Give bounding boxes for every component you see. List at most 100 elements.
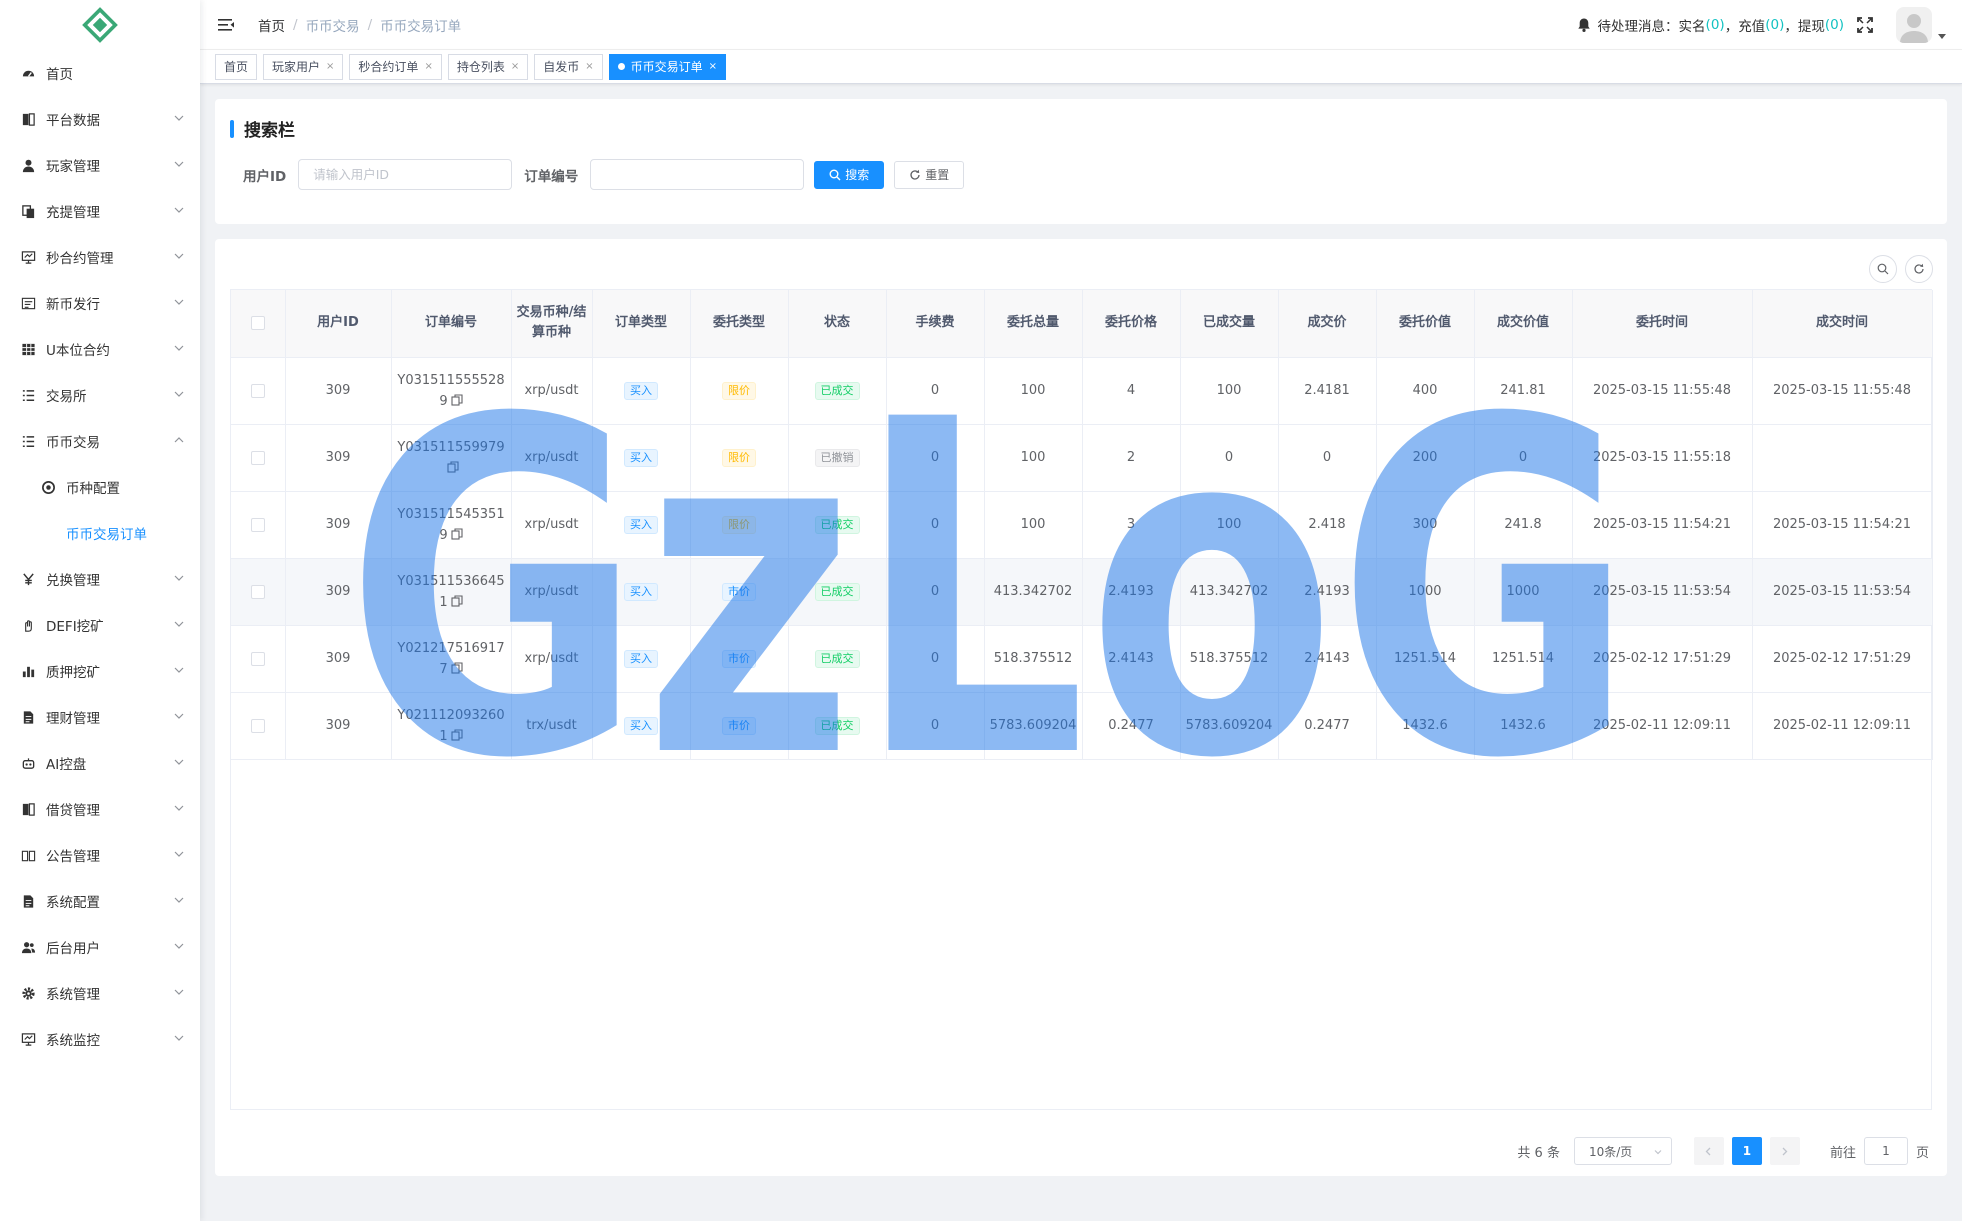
cell-price: 2.4193 [1082,558,1181,626]
pending-messages: 待处理消息： 实名 (0) ， 充值 (0) ， 提现 (0) [1576,15,1844,35]
cell-total: 5783.609204 [984,692,1083,760]
sidebar-item-13[interactable]: 质押挖矿 [0,648,200,694]
row-select-cell[interactable] [231,491,286,559]
close-icon[interactable]: × [709,55,717,79]
sidebar-item-label: 系统监控 [46,1033,100,1049]
chevron-down-icon [174,897,184,903]
sidebar-subitem-coin-config[interactable]: 币种配置 [0,464,200,510]
copy-icon[interactable] [451,393,463,406]
page-size-select[interactable]: 10条/页 [1573,1137,1672,1165]
sidebar-item-8[interactable]: 币币交易 [0,418,200,464]
goto-page: 前往 页 [1830,1137,1929,1165]
close-icon[interactable]: × [511,55,519,79]
table-row[interactable]: 309 Y0315115366451 xrp/usdt 买入 市价 已成交 0 413.342… [231,558,1933,626]
sidebar-item-11[interactable]: 兑换管理 [0,556,200,602]
table-row[interactable]: 309 Y0315115555289 xrp/usdt 买入 限价 已成交 0 100 4 100… [231,357,1933,425]
copy-icon[interactable] [451,661,463,674]
sidebar-item-0[interactable]: 首页 [0,50,200,96]
pending-withdraw-label[interactable]: 提现 [1798,15,1825,35]
row-select-cell[interactable] [231,357,286,425]
page-1-button[interactable]: 1 [1731,1137,1762,1165]
copy-icon[interactable] [446,460,459,473]
next-page-button[interactable] [1769,1137,1800,1165]
entrust-type-badge: 市价 [722,583,756,601]
caret-down-icon[interactable] [1938,32,1946,40]
row-select-cell[interactable] [231,424,286,492]
reset-button[interactable]: 重置 [894,160,965,189]
sidebar-item-1[interactable]: 平台数据 [0,96,200,142]
tag-view-3[interactable]: 持仓列表 × [447,53,529,80]
close-icon[interactable]: × [424,55,432,79]
table-row[interactable]: 309 Y0212175169177 xrp/usdt 买入 市价 已成交 0 518.375… [231,625,1933,693]
row-checkbox[interactable] [250,450,265,465]
row-checkbox[interactable] [250,718,265,733]
logo[interactable] [0,0,200,50]
sidebar-item-15[interactable]: AI控盘 [0,740,200,786]
copy-icon[interactable] [451,594,463,607]
copy-icon[interactable] [451,527,463,540]
row-checkbox[interactable] [250,517,265,532]
fullscreen-icon[interactable] [1856,16,1874,34]
row-checkbox[interactable] [250,651,265,666]
cell-deal-price: 0 [1278,424,1377,492]
row-select-cell[interactable] [231,558,286,626]
tag-view-2[interactable]: 秒合约订单 × [349,53,442,80]
sidebar-item-17[interactable]: 公告管理 [0,832,200,878]
sidebar-item-19[interactable]: 后台用户 [0,924,200,970]
toggle-search-button[interactable] [1869,255,1897,283]
sidebar-item-3[interactable]: 充提管理 [0,188,200,234]
tag-view-1[interactable]: 玩家用户 × [263,53,344,80]
sidebar-item-12[interactable]: DEFI挖矿 [0,602,200,648]
sidebar-item-21[interactable]: 系统监控 [0,1016,200,1062]
cell-pair: xrp/usdt [511,491,593,559]
avatar[interactable] [1896,7,1932,43]
sidebar-item-label: 新币发行 [46,297,100,313]
pending-realname-label[interactable]: 实名 [1679,15,1706,35]
cell-status: 已成交 [788,558,887,626]
search-button[interactable]: 搜索 [814,160,885,189]
tag-view-5[interactable]: 币币交易订单 × [608,53,727,80]
row-checkbox[interactable] [250,584,265,599]
status-badge: 已成交 [814,717,860,735]
pending-deposit-label[interactable]: 充值 [1738,15,1765,35]
hamburger-icon[interactable] [216,15,236,35]
cell-order-type: 买入 [592,357,691,425]
sidebar-item-18[interactable]: 系统配置 [0,878,200,924]
sidebar-item-label: U本位合约 [46,343,110,359]
sidebar-item-16[interactable]: 借贷管理 [0,786,200,832]
row-select-cell[interactable] [231,692,286,760]
sidebar-item-label: 币种配置 [66,481,120,497]
sidebar-item-4[interactable]: 秒合约管理 [0,234,200,280]
close-icon[interactable]: × [326,55,334,79]
goto-page-input[interactable] [1863,1137,1908,1165]
sidebar-item-20[interactable]: 系统管理 [0,970,200,1016]
cell-fee: 0 [886,625,985,693]
sidebar-item-14[interactable]: 理财管理 [0,694,200,740]
sidebar-item-6[interactable]: U本位合约 [0,326,200,372]
table-row[interactable]: 309 Y031511559979 xrp/usdt 买入 限价 已撤销 0 100 2 0 0 20… [231,424,1933,492]
table-row[interactable]: 309 Y0315115453519 xrp/usdt 买入 限价 已成交 0 100 3 100… [231,491,1933,559]
refresh-table-button[interactable] [1905,255,1933,283]
pending-deposit-count[interactable]: (0) [1765,17,1784,33]
cell-pair: xrp/usdt [511,558,593,626]
select-all-checkbox[interactable] [250,315,265,330]
breadcrumb-home[interactable]: 首页 [258,15,285,35]
pending-withdraw-count[interactable]: (0) [1825,17,1844,33]
user-id-input[interactable] [298,159,513,190]
order-no-input[interactable] [590,159,805,190]
sidebar-item-5[interactable]: 新币发行 [0,280,200,326]
tag-view-0[interactable]: 首页 [215,53,258,80]
copy-icon[interactable] [451,728,463,741]
row-checkbox[interactable] [250,383,265,398]
select-all-cell[interactable] [231,290,286,358]
sidebar-subitem-spot-orders[interactable]: 币币交易订单 [0,510,200,556]
pending-realname-count[interactable]: (0) [1706,17,1725,33]
sidebar-item-2[interactable]: 玩家管理 [0,142,200,188]
prev-page-button[interactable] [1693,1137,1724,1165]
row-select-cell[interactable] [231,625,286,693]
cell-deal-price: 0.2477 [1278,692,1377,760]
tag-view-4[interactable]: 自发币 × [534,53,603,80]
close-icon[interactable]: × [585,55,593,79]
table-row[interactable]: 309 Y0211120932601 trx/usdt 买入 市价 已成交 0 5783.60… [231,692,1933,760]
sidebar-item-7[interactable]: 交易所 [0,372,200,418]
